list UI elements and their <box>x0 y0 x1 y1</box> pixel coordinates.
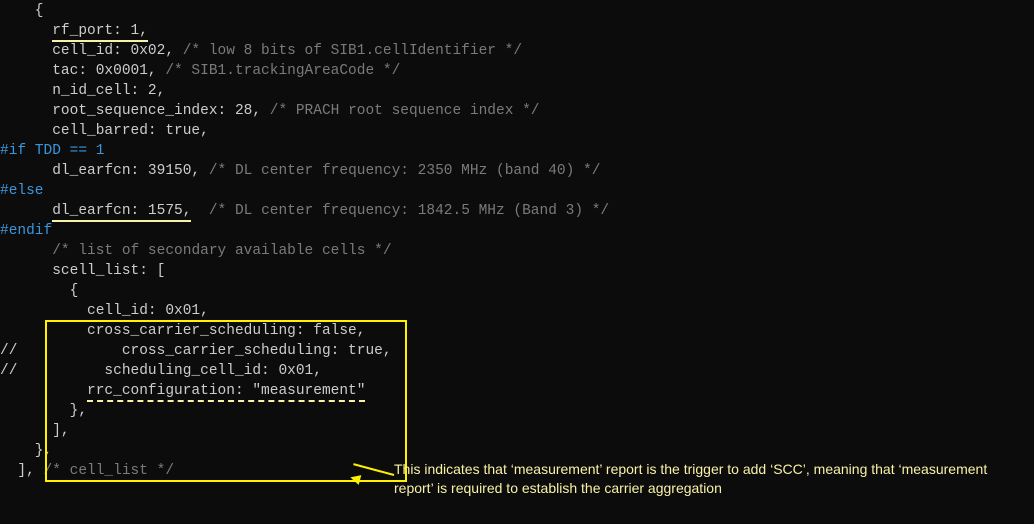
code-line: ], <box>0 421 1034 441</box>
code-line-commented: // cross_carrier_scheduling: true, <box>0 341 1034 361</box>
code-line: n_id_cell: 2, <box>0 81 1034 101</box>
code-line: dl_earfcn: 39150, /* DL center frequency… <box>0 161 1034 181</box>
code-line: rf_port: 1, <box>0 21 1034 41</box>
code-line: { <box>0 281 1034 301</box>
comment: /* cell_list */ <box>44 463 175 479</box>
preprocessor-if: #if TDD == 1 <box>0 141 1034 161</box>
code-line: /* list of secondary available cells */ <box>0 241 1034 261</box>
rrc-config-underlined: rrc_configuration: "measurement" <box>87 383 365 402</box>
code-line: root_sequence_index: 28, /* PRACH root s… <box>0 101 1034 121</box>
comment: /* list of secondary available cells */ <box>52 243 391 259</box>
cell-list-close: ], <box>0 463 44 479</box>
annotation-text: This indicates that ‘measurement’ report… <box>394 460 1004 498</box>
cell-id-text: cell_id: 0x02, <box>0 43 183 59</box>
code-line: dl_earfcn: 1575, /* DL center frequency:… <box>0 201 1034 221</box>
code-line: cell_id: 0x01, <box>0 301 1034 321</box>
indent <box>0 203 52 219</box>
scell-list-open: scell_list: [ <box>0 261 1034 281</box>
indent <box>0 23 52 39</box>
gap <box>191 203 208 219</box>
code-line: cell_barred: true, <box>0 121 1034 141</box>
code-line: cross_carrier_scheduling: false, <box>0 321 1034 341</box>
comment: /* SIB1.trackingAreaCode */ <box>165 63 400 79</box>
code-line: rrc_configuration: "measurement" <box>0 381 1034 401</box>
code-line: { <box>0 1 1034 21</box>
comment: /* PRACH root sequence index */ <box>270 103 540 119</box>
comment: /* DL center frequency: 1842.5 MHz (Band… <box>209 203 609 219</box>
dl-earfcn-tdd: dl_earfcn: 39150, <box>0 163 209 179</box>
code-line: tac: 0x0001, /* SIB1.trackingAreaCode */ <box>0 61 1034 81</box>
indent <box>0 243 52 259</box>
code-line: }, <box>0 401 1034 421</box>
code-line: cell_id: 0x02, /* low 8 bits of SIB1.cel… <box>0 41 1034 61</box>
rf-port-underlined: rf_port: 1, <box>52 23 148 42</box>
code-line-commented: // scheduling_cell_id: 0x01, <box>0 361 1034 381</box>
preprocessor-endif: #endif <box>0 221 1034 241</box>
comment: /* DL center frequency: 2350 MHz (band 4… <box>209 163 601 179</box>
code-line: }, <box>0 441 1034 461</box>
dl-earfcn-underlined: dl_earfcn: 1575, <box>52 203 191 222</box>
indent <box>0 383 87 399</box>
preprocessor-else: #else <box>0 181 1034 201</box>
root-seq-text: root_sequence_index: 28, <box>0 103 270 119</box>
tac-text: tac: 0x0001, <box>0 63 165 79</box>
comment: /* low 8 bits of SIB1.cellIdentifier */ <box>183 43 522 59</box>
